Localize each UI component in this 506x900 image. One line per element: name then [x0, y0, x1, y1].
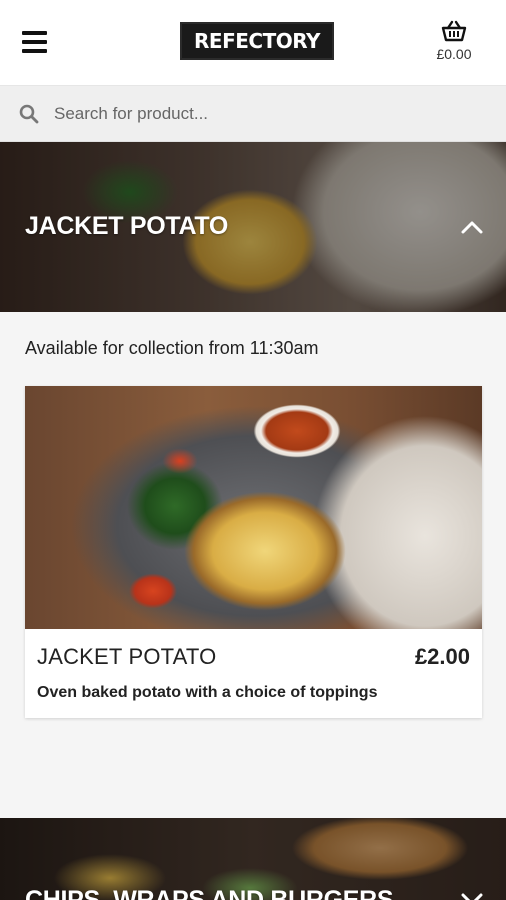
availability-text: Available for collection from 11:30am	[25, 338, 319, 358]
refectory-logo[interactable]: REFECTORY	[180, 22, 334, 60]
category-title: JACKET POTATO	[25, 212, 229, 240]
category-title: CHIPS, WRAPS AND BURGERS	[25, 886, 394, 900]
hamburger-menu-icon[interactable]	[22, 31, 47, 55]
logo-text: REFECTORY	[194, 29, 321, 53]
product-card-jacket-potato[interactable]: JACKET POTATO £2.00 Oven baked potato wi…	[25, 386, 482, 718]
product-name: JACKET POTATO	[37, 644, 217, 669]
category-banner-chips-wraps-burgers[interactable]: CHIPS, WRAPS AND BURGERS	[0, 818, 506, 900]
chevron-up-icon[interactable]	[460, 219, 484, 235]
category-banner-jacket-potato[interactable]: JACKET POTATO	[0, 142, 506, 312]
basket-button[interactable]: £0.00	[418, 20, 490, 70]
basket-total: £0.00	[436, 46, 472, 62]
app-header: REFECTORY £0.00	[0, 0, 506, 86]
search-icon	[19, 104, 39, 123]
basket-icon	[441, 20, 467, 42]
product-image	[25, 386, 482, 629]
chevron-down-icon[interactable]	[460, 892, 484, 900]
search-bar	[0, 86, 506, 142]
search-input[interactable]	[54, 103, 474, 124]
product-price: £2.00	[414, 644, 470, 669]
product-row: JACKET POTATO £2.00	[37, 644, 470, 670]
product-description: Oven baked potato with a choice of toppi…	[37, 684, 378, 701]
